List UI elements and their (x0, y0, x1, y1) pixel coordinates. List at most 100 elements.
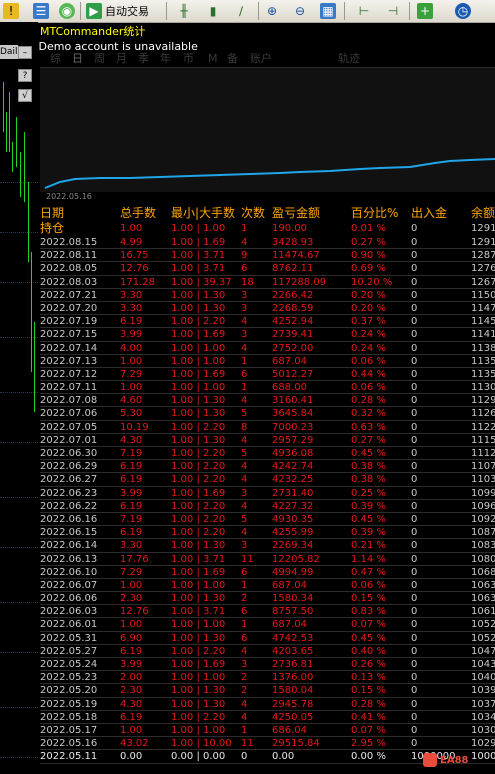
table-row[interactable]: 2022.08.05 12.76 1.00 | 3.71 6 8762.11 0.69 %… (40, 262, 495, 276)
table-row[interactable]: 2022.05.18 6.19 1.00 | 2.20 4 4250.05 0.41 % 0… (40, 711, 495, 724)
autoscroll-icon[interactable]: ⊣ (385, 2, 401, 20)
help-button[interactable]: ? (18, 69, 32, 82)
table-row[interactable]: 2022.06.15 6.19 1.00 | 2.20 4 4255.99 0.39 % 0… (40, 526, 495, 540)
header-pnl: 盈亏金额 (272, 206, 321, 220)
table-row[interactable]: 2022.05.23 2.00 1.00 | 1.00 2 1376.00 0.13 % 0… (40, 671, 495, 685)
row-percent: 0.13 % (351, 672, 386, 684)
table-row[interactable]: 2022.07.05 10.19 1.00 | 2.20 8 7000.23 0.63 %… (40, 421, 495, 434)
row-percent: 0.06 % (351, 382, 386, 394)
row-pnl: 4203.65 (272, 645, 314, 657)
line-chart-icon[interactable]: ∕ (233, 2, 249, 20)
row-balance: 1150 (471, 289, 495, 301)
row-pnl: 4994.99 (272, 566, 314, 578)
table-row[interactable]: 2022.06.07 1.00 1.00 | 1.00 1 687.04 0.06 % 0 1… (40, 579, 495, 593)
table-row[interactable]: 2022.06.03 12.76 1.00 | 3.71 6 8757.50 0.83 %… (40, 605, 495, 619)
table-row[interactable]: 2022.07.11 1.00 1.00 | 1.00 1 688.00 0.06 % 0 1… (40, 381, 495, 395)
profile-icon[interactable]: ☰ (33, 2, 49, 20)
zoom-in-icon[interactable]: ⊕ (264, 2, 280, 20)
warning-icon[interactable]: ! (3, 2, 19, 20)
table-row[interactable]: 2022.06.27 6.19 1.00 | 2.20 4 4232.25 0.38 % 0… (40, 473, 495, 487)
row-min-max-lots: 1.00 | 3.71 (171, 606, 226, 618)
shift-chart-icon[interactable]: ⊢ (356, 2, 372, 20)
row-min-max-lots: 0.00 | 0.00 (171, 751, 226, 763)
table-row[interactable]: 2022.07.20 3.30 1.00 | 1.30 3 2268.59 0.20 % 0… (40, 302, 495, 316)
row-percent: 0.38 % (351, 461, 386, 473)
row-balance: 1034 (471, 711, 495, 723)
row-deposit: 0 (411, 342, 418, 354)
row-deposit: 0 (411, 355, 418, 367)
row-count: 4 (241, 698, 248, 710)
tab-notes[interactable]: 备 (227, 51, 238, 67)
table-row[interactable]: 2022.08.15 4.99 1.00 | 1.69 4 3428.93 0.27 % 0… (40, 236, 495, 250)
table-row[interactable]: 2022.06.10 7.29 1.00 | 1.69 6 4994.99 0.47 % 0… (40, 566, 495, 579)
table-row[interactable]: 2022.08.11 16.75 1.00 | 3.71 9 11474.67 0.90 … (40, 249, 495, 263)
watermark-logo-icon (423, 753, 437, 767)
table-row[interactable]: 2022.07.19 6.19 1.00 | 2.20 4 4252.94 0.37 % 0… (40, 315, 495, 329)
table-row[interactable]: 2022.07.15 3.99 1.00 | 1.69 3 2739.41 0.24 % 0… (40, 328, 495, 342)
row-balance: 1291 (471, 237, 495, 248)
row-deposit: 0 (411, 540, 418, 552)
table-row[interactable]: 2022.07.01 4.30 1.00 | 1.30 4 2957.29 0.27 % 0… (40, 434, 495, 447)
row-deposit: 0 (411, 566, 418, 578)
candle-chart-icon[interactable]: ▮ (205, 2, 221, 20)
table-row[interactable]: 2022.06.29 6.19 1.00 | 2.20 4 4242.74 0.38 % 0… (40, 460, 495, 474)
row-total-lots: 7.29 (120, 566, 143, 578)
table-row[interactable]: 2022.07.12 7.29 1.00 | 1.69 6 5012.27 0.44 % 0… (40, 368, 495, 382)
row-count: 1 (241, 724, 248, 736)
row-min-max-lots: 1.00 | 1.30 (171, 302, 226, 314)
table-row[interactable]: 2022.05.19 4.30 1.00 | 1.30 4 2945.78 0.28 % 0… (40, 698, 495, 711)
table-row[interactable]: 2022.05.17 1.00 1.00 | 1.00 1 686.04 0.07 % 0 1… (40, 724, 495, 738)
row-percent: 0.47 % (351, 566, 386, 578)
table-row[interactable]: 2022.06.14 3.30 1.00 | 1.30 3 2269.34 0.21 % 0… (40, 539, 495, 553)
table-row[interactable]: 2022.06.16 7.19 1.00 | 2.20 5 4930.35 0.45 % 0… (40, 513, 495, 527)
row-percent: 0.38 % (351, 474, 386, 486)
row-total-lots: 6.19 (120, 711, 143, 723)
row-percent: 2.95 % (351, 738, 386, 750)
row-percent: 0.27 % (351, 237, 386, 248)
table-row[interactable]: 2022.06.01 1.00 1.00 | 1.00 1 687.04 0.07 % 0 1… (40, 618, 495, 632)
table-row[interactable]: 2022.06.22 6.19 1.00 | 2.20 4 4227.32 0.39 % 0… (40, 500, 495, 513)
row-percent: 0.20 % (351, 289, 386, 301)
tab-m[interactable]: M (208, 51, 218, 67)
auto-trade-button[interactable]: ▶ 自动交易 (86, 2, 149, 20)
table-row[interactable]: 2022.06.13 17.76 1.00 | 3.71 11 12205.82 1.14… (40, 553, 495, 566)
table-row[interactable]: 2022.05.27 6.19 1.00 | 2.20 4 4203.65 0.40 % 0… (40, 645, 495, 658)
check-button[interactable]: √ (18, 89, 32, 102)
row-deposit: 0 (411, 408, 418, 420)
periods-clock-icon[interactable]: ◷ (455, 2, 471, 20)
zoom-out-icon[interactable]: ⊖ (292, 2, 308, 20)
tab-account[interactable]: 账户 (250, 51, 272, 67)
row-pnl: 5012.27 (272, 368, 314, 380)
table-row[interactable]: 2022.05.31 6.90 1.00 | 1.30 6 4742.53 0.45 % 0… (40, 632, 495, 645)
row-balance: 1099 (471, 487, 495, 499)
row-date: 2022.06.15 (40, 527, 98, 539)
table-row[interactable]: 2022.07.21 3.30 1.00 | 1.30 3 2266.42 0.20 % 0… (40, 289, 495, 302)
table-row[interactable]: 2022.06.30 7.19 1.00 | 2.20 5 4936.08 0.45 % 0… (40, 447, 495, 461)
row-date: 2022.06.16 (40, 513, 98, 525)
orb-icon[interactable]: ◉ (59, 2, 75, 20)
table-row[interactable]: 2022.06.23 3.99 1.00 | 1.69 3 2731.40 0.25 % 0… (40, 487, 495, 500)
table-row[interactable]: 2022.08.03 171.28 1.00 | 39.37 18 117288.09 1… (40, 276, 495, 289)
table-row[interactable]: 2022.07.06 5.30 1.00 | 1.30 5 3645.84 0.32 % 0… (40, 407, 495, 421)
table-row[interactable]: 2022.06.06 2.30 1.00 | 1.30 2 1580.34 0.15 % 0… (40, 592, 495, 606)
row-date: 2022.08.15 (40, 237, 98, 248)
row-min-max-lots: 1.00 | 1.69 (171, 237, 226, 248)
table-row[interactable]: 2022.05.24 3.99 1.00 | 1.69 3 2736.81 0.26 % 0… (40, 658, 495, 672)
table-row[interactable]: 2022.07.08 4.60 1.00 | 1.30 4 3160.41 0.28 % 0… (40, 394, 495, 408)
row-balance: 1047 (471, 645, 495, 657)
new-indicator-icon[interactable]: + (417, 2, 433, 20)
row-balance: 1096 (471, 500, 495, 512)
table-row[interactable]: 2022.07.14 4.00 1.00 | 1.00 4 2752.00 0.24 % 0… (40, 342, 495, 355)
row-min-max-lots: 1.00 | 2.20 (171, 513, 226, 525)
row-date: 2022.07.11 (40, 382, 98, 394)
bar-chart-icon[interactable]: ╫ (176, 2, 192, 20)
header-deposit: 出入金 (411, 206, 448, 220)
tile-windows-icon[interactable]: ▦ (320, 2, 336, 20)
minimize-button[interactable]: – (18, 46, 32, 59)
row-min-max-lots: 1.00 | 1.30 (171, 395, 226, 407)
row-total-lots: 3.30 (120, 540, 143, 552)
toolbar: ! ☰ ◉ ▶ 自动交易 ╫ ▮ ∕ ⊕ ⊖ ▦ ⊢ ⊣ + ◷ (0, 0, 495, 23)
tab-trajectory[interactable]: 轨迹 (338, 51, 360, 67)
table-row[interactable]: 2022.05.20 2.30 1.00 | 1.30 2 1580.04 0.15 % 0… (40, 684, 495, 698)
table-row[interactable]: 2022.07.13 1.00 1.00 | 1.00 1 687.04 0.06 % 0 1… (40, 355, 495, 368)
